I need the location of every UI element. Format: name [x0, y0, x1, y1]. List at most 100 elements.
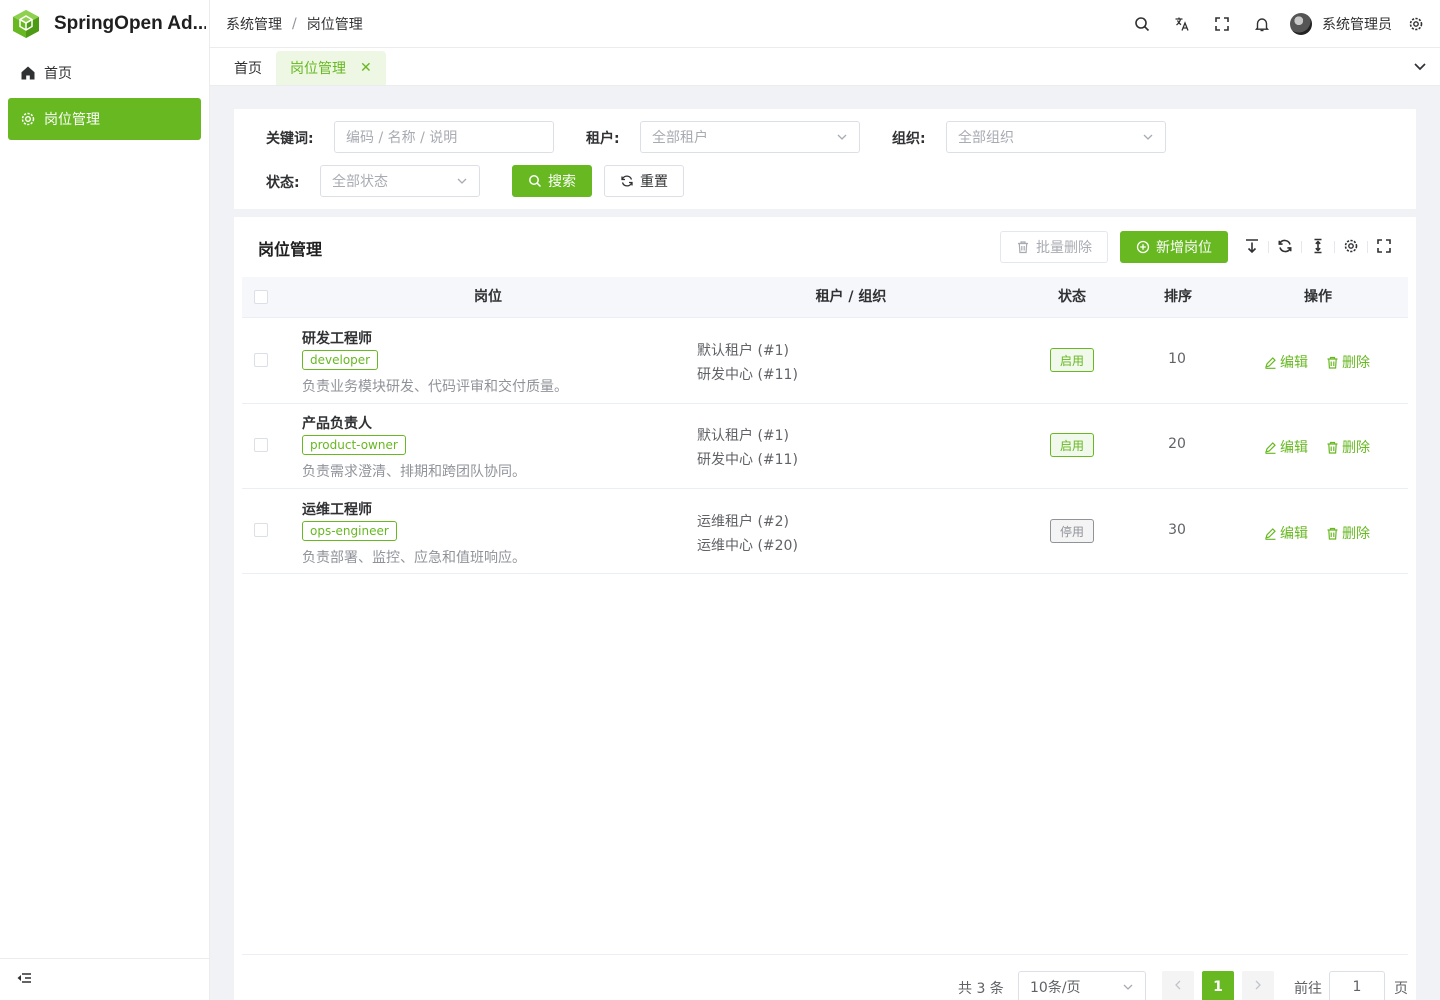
density-icon[interactable] [1310, 238, 1326, 254]
post-name: 产品负责人 [302, 416, 372, 432]
column-header-tenant-org[interactable]: 租户 / 组织 [694, 277, 1008, 317]
breadcrumb: 系统管理 / 岗位管理 [210, 14, 363, 34]
edit-icon [1264, 527, 1277, 540]
goto-label: 前往 [1294, 981, 1322, 997]
breadcrumb-item-system[interactable]: 系统管理 [226, 14, 282, 34]
delete-button[interactable]: 删除 [1326, 437, 1370, 457]
post-description: 负责需求澄清、排期和跨团队协同。 [302, 464, 526, 480]
top-header: 系统管理 / 岗位管理 系统管理员 [210, 0, 1440, 48]
keyword-placeholder: 编码 / 名称 / 说明 [346, 130, 458, 146]
page-size-select[interactable]: 10条/页 [1018, 971, 1146, 1000]
bell-icon[interactable] [1242, 0, 1282, 48]
refresh-icon[interactable] [1277, 238, 1293, 254]
edit-label: 编辑 [1280, 355, 1308, 371]
status-badge: 启用 [1050, 433, 1094, 457]
post-code-tag: product-owner [302, 435, 406, 455]
status-placeholder: 全部状态 [332, 174, 388, 190]
column-header-sort[interactable]: 排序 [1136, 277, 1220, 317]
page-suffix: 页 [1394, 981, 1408, 997]
status-select[interactable]: 全部状态 [320, 165, 480, 197]
pagination-divider [242, 954, 1408, 955]
chevron-down-icon [1122, 981, 1134, 993]
status-badge: 停用 [1050, 519, 1094, 543]
pagination-total: 共 3 条 [958, 981, 1004, 997]
next-page-button[interactable] [1242, 971, 1274, 1000]
logo-cube-icon [13, 10, 39, 38]
user-menu[interactable]: 系统管理员 [1290, 12, 1392, 35]
collapse-menu-icon [16, 970, 32, 990]
chevron-down-icon [836, 131, 848, 143]
breadcrumb-item-current: 岗位管理 [306, 16, 363, 33]
column-header-post[interactable]: 岗位 [282, 277, 694, 317]
post-name: 运维工程师 [302, 502, 372, 518]
trash-icon [1326, 356, 1339, 369]
row-checkbox[interactable] [254, 523, 268, 537]
table-title: 岗位管理 [258, 240, 323, 259]
close-icon[interactable]: ✕ [360, 60, 372, 76]
column-settings-icon[interactable] [1343, 238, 1359, 254]
post-code-tag: developer [302, 350, 379, 370]
post-description: 负责部署、监控、应急和值班响应。 [302, 550, 526, 566]
settings-icon[interactable] [1404, 0, 1428, 48]
sort-value: 10 [1168, 351, 1186, 367]
goto-page-input[interactable]: 1 [1329, 971, 1385, 1000]
delete-button[interactable]: 删除 [1326, 352, 1370, 372]
delete-button[interactable]: 删除 [1326, 523, 1370, 543]
page-size-value: 10条/页 [1030, 980, 1081, 996]
status-label: 状态: [266, 175, 300, 191]
fullscreen-icon[interactable] [1202, 0, 1242, 48]
toolbar-divider [1268, 241, 1269, 253]
toolbar-divider [1334, 241, 1335, 253]
sidebar: SpringOpen Ad... 首页 岗位管理 [0, 0, 210, 1000]
edit-button[interactable]: 编辑 [1264, 523, 1308, 543]
plus-circle-icon [1136, 240, 1150, 254]
edit-icon [1264, 441, 1277, 454]
sidebar-item-post-management[interactable]: 岗位管理 [8, 98, 201, 140]
breadcrumb-separator: / [292, 15, 297, 32]
trash-icon [1016, 240, 1030, 254]
tenant-name: 运维租户 (#2) [697, 514, 790, 530]
search-icon[interactable] [1122, 0, 1162, 48]
header-actions: 系统管理员 [1122, 0, 1440, 48]
tabs-bar: 首页 岗位管理 ✕ [210, 48, 1440, 86]
tenant-select[interactable]: 全部租户 [640, 121, 860, 153]
tab-home[interactable]: 首页 [226, 51, 270, 85]
sort-value: 20 [1168, 436, 1186, 452]
home-icon [20, 65, 36, 81]
sidebar-collapse-button[interactable] [0, 958, 209, 1000]
trash-icon [1326, 527, 1339, 540]
side-menu: 首页 岗位管理 [0, 52, 209, 140]
row-checkbox[interactable] [254, 353, 268, 367]
tab-post-management[interactable]: 岗位管理 ✕ [276, 51, 386, 85]
chevron-down-icon[interactable] [1412, 58, 1428, 74]
batch-delete-button[interactable]: 批量删除 [1000, 231, 1108, 263]
keyword-input[interactable]: 编码 / 名称 / 说明 [334, 121, 554, 153]
fullscreen-icon[interactable] [1376, 238, 1392, 254]
edit-button[interactable]: 编辑 [1264, 352, 1308, 372]
page-number-current[interactable]: 1 [1202, 971, 1234, 1000]
column-header-status[interactable]: 状态 [1008, 277, 1136, 317]
delete-label: 删除 [1342, 526, 1370, 542]
refresh-icon [620, 174, 634, 188]
edit-button[interactable]: 编辑 [1264, 437, 1308, 457]
batch-delete-label: 批量删除 [1036, 240, 1092, 256]
post-name: 研发工程师 [302, 331, 372, 347]
chevron-right-icon [1252, 979, 1264, 995]
select-all-checkbox[interactable] [254, 290, 268, 304]
status-badge: 启用 [1050, 348, 1094, 372]
search-button-label: 搜索 [548, 174, 576, 190]
org-select[interactable]: 全部组织 [946, 121, 1166, 153]
export-icon[interactable] [1244, 238, 1260, 254]
search-button[interactable]: 搜索 [512, 165, 592, 197]
prev-page-button[interactable] [1162, 971, 1194, 1000]
row-checkbox[interactable] [254, 438, 268, 452]
logo[interactable]: SpringOpen Ad... [0, 0, 209, 48]
org-label: 组织: [892, 131, 926, 147]
translate-icon[interactable] [1162, 0, 1202, 48]
table-row: 产品负责人 product-owner 负责需求澄清、排期和跨团队协同。 默认租… [242, 404, 1408, 489]
keyword-label: 关键词: [266, 131, 314, 147]
reset-button[interactable]: 重置 [604, 165, 684, 197]
edit-label: 编辑 [1280, 440, 1308, 456]
add-post-button[interactable]: 新增岗位 [1120, 231, 1228, 263]
sidebar-item-home[interactable]: 首页 [8, 52, 201, 94]
